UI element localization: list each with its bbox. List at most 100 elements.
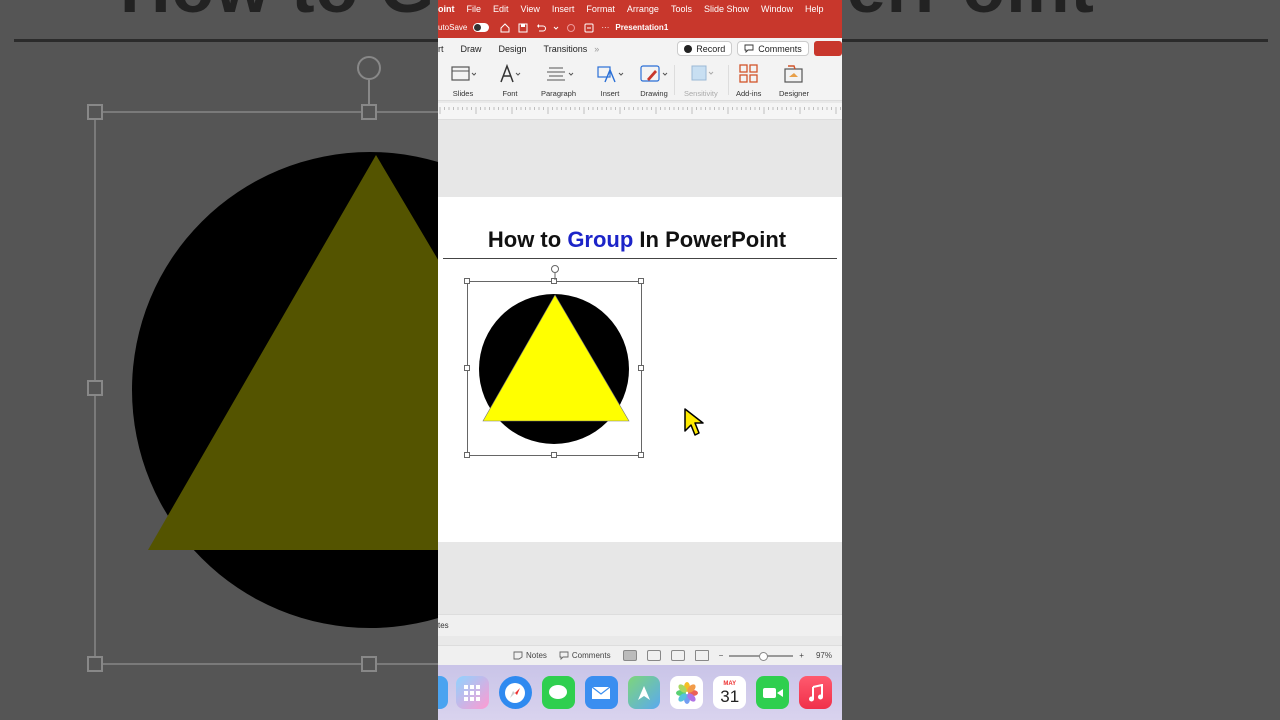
comments-toggle-button[interactable]: Comments — [559, 651, 611, 660]
menu-file[interactable]: File — [467, 4, 482, 14]
mail-icon[interactable] — [584, 676, 618, 709]
rotate-handle-icon[interactable] — [549, 264, 561, 282]
comments-label: Comments — [758, 43, 802, 54]
slides-icon — [450, 63, 476, 85]
ribbon-font[interactable]: Font — [498, 63, 522, 98]
safari-icon[interactable] — [498, 676, 532, 709]
grouped-shapes — [479, 294, 630, 444]
menu-tools[interactable]: Tools — [671, 4, 692, 14]
drawing-icon — [639, 63, 669, 85]
record-button[interactable]: Record — [677, 41, 733, 56]
launchpad-icon[interactable] — [455, 676, 489, 709]
comments-button[interactable]: Comments — [737, 41, 809, 56]
powerpoint-window: oint File Edit View Insert Format Arrang… — [438, 0, 842, 720]
resize-handle-e[interactable] — [638, 365, 644, 371]
menu-slide-show[interactable]: Slide Show — [704, 4, 749, 14]
resize-handle-w[interactable] — [464, 365, 470, 371]
mouse-cursor-icon — [684, 408, 704, 436]
slide-canvas: How to Group In PowerPoint — [438, 120, 842, 614]
grouped-shape-selection[interactable] — [464, 265, 644, 458]
ribbon-sensitivity-label: Sensitivity — [684, 89, 718, 98]
record-label: Record — [696, 43, 726, 54]
slide-sorter-view-button[interactable] — [646, 650, 661, 661]
zoom-in-button[interactable]: + — [799, 651, 804, 660]
zoom-out-button[interactable]: − — [719, 651, 724, 660]
notes-pane[interactable]: tes — [438, 614, 842, 636]
mac-dock: MAY 31 — [438, 665, 842, 720]
maps-icon[interactable] — [627, 676, 661, 709]
facetime-icon[interactable] — [756, 676, 790, 709]
slide-title-after: In PowerPoint — [633, 227, 787, 252]
menu-insert[interactable]: Insert — [552, 4, 575, 14]
menu-format[interactable]: Format — [586, 4, 615, 14]
undo-icon[interactable] — [535, 22, 546, 33]
ribbon-sensitivity: Sensitivity — [684, 63, 718, 98]
menu-arrange[interactable]: Arrange — [627, 4, 659, 14]
ribbon-drawing-label: Drawing — [640, 89, 668, 98]
messages-icon[interactable] — [541, 676, 575, 709]
tab-design[interactable]: Design — [499, 44, 527, 54]
menu-window[interactable]: Window — [761, 4, 793, 14]
ribbon-separator — [728, 65, 729, 95]
ribbon-font-label: Font — [502, 89, 518, 98]
more-icon[interactable]: ··· — [601, 23, 609, 32]
notes-toggle-button[interactable]: Notes — [513, 651, 547, 660]
save-icon[interactable] — [517, 22, 528, 33]
reading-view-button[interactable] — [670, 650, 685, 661]
ribbon-slides-label: Slides — [452, 89, 474, 98]
notes-label: Notes — [526, 651, 547, 660]
mac-menubar: oint File Edit View Insert Format Arrang… — [438, 0, 842, 17]
insert-icon — [596, 63, 624, 85]
ribbon: Slides Font Paragraph Insert Drawing Sen… — [438, 59, 842, 101]
resize-handle-ne[interactable] — [638, 278, 644, 284]
notes-icon — [513, 651, 523, 660]
add-ins-icon — [738, 63, 760, 85]
ribbon-tabs: rt Draw Design Transitions » Record Comm… — [438, 38, 842, 59]
zoom-value[interactable]: 97% — [816, 651, 832, 660]
share-button[interactable] — [813, 41, 842, 56]
autosave-toggle[interactable] — [473, 23, 490, 32]
autosave-label: utoSave — [438, 23, 468, 32]
zoom-slider[interactable] — [729, 651, 794, 661]
comment-icon — [744, 44, 754, 53]
tab-insert-partial[interactable]: rt — [438, 44, 444, 54]
menu-help[interactable]: Help — [805, 4, 824, 14]
photos-icon[interactable] — [670, 676, 704, 709]
tabs-overflow-icon[interactable]: » — [594, 44, 599, 54]
paragraph-icon — [544, 63, 574, 85]
tab-transitions[interactable]: Transitions — [544, 44, 588, 54]
normal-view-button[interactable] — [622, 650, 637, 661]
slide-title[interactable]: How to Group In PowerPoint — [438, 227, 836, 253]
sensitivity-icon — [688, 63, 714, 85]
music-icon[interactable] — [799, 676, 832, 709]
ribbon-slides[interactable]: Slides — [450, 63, 476, 98]
calendar-day: 31 — [720, 686, 740, 706]
status-bar: Notes Comments − + 97% — [438, 645, 842, 665]
calendar-icon[interactable]: MAY 31 — [713, 676, 747, 709]
slideshow-view-button[interactable] — [694, 650, 709, 661]
slide[interactable]: How to Group In PowerPoint — [438, 197, 842, 542]
document-title: Presentation1 — [615, 23, 669, 32]
title-bar: utoSave ··· Presentation1 — [438, 17, 842, 38]
home-icon[interactable] — [499, 22, 510, 33]
resize-handle-nw[interactable] — [464, 278, 470, 284]
slide-title-highlight: Group — [567, 227, 634, 252]
finder-icon[interactable] — [438, 676, 448, 709]
ribbon-add-ins[interactable]: Add-ins — [736, 63, 761, 98]
menu-view[interactable]: View — [521, 4, 540, 14]
resize-handle-s[interactable] — [551, 452, 557, 458]
menu-app-name[interactable]: oint — [438, 4, 455, 14]
slide-title-before: How to — [487, 227, 568, 252]
tab-draw[interactable]: Draw — [461, 44, 482, 54]
ribbon-drawing[interactable]: Drawing — [639, 63, 669, 98]
redo-icon[interactable] — [565, 22, 576, 33]
chevron-down-icon[interactable] — [553, 22, 559, 33]
customize-icon[interactable] — [583, 22, 594, 33]
ribbon-insert[interactable]: Insert — [596, 63, 624, 98]
resize-handle-sw[interactable] — [464, 452, 470, 458]
menu-edit[interactable]: Edit — [493, 4, 509, 14]
ribbon-paragraph[interactable]: Paragraph — [541, 63, 576, 98]
ribbon-designer[interactable]: Designer — [779, 63, 809, 98]
resize-handle-se[interactable] — [638, 452, 644, 458]
ribbon-designer-label: Designer — [779, 89, 810, 98]
